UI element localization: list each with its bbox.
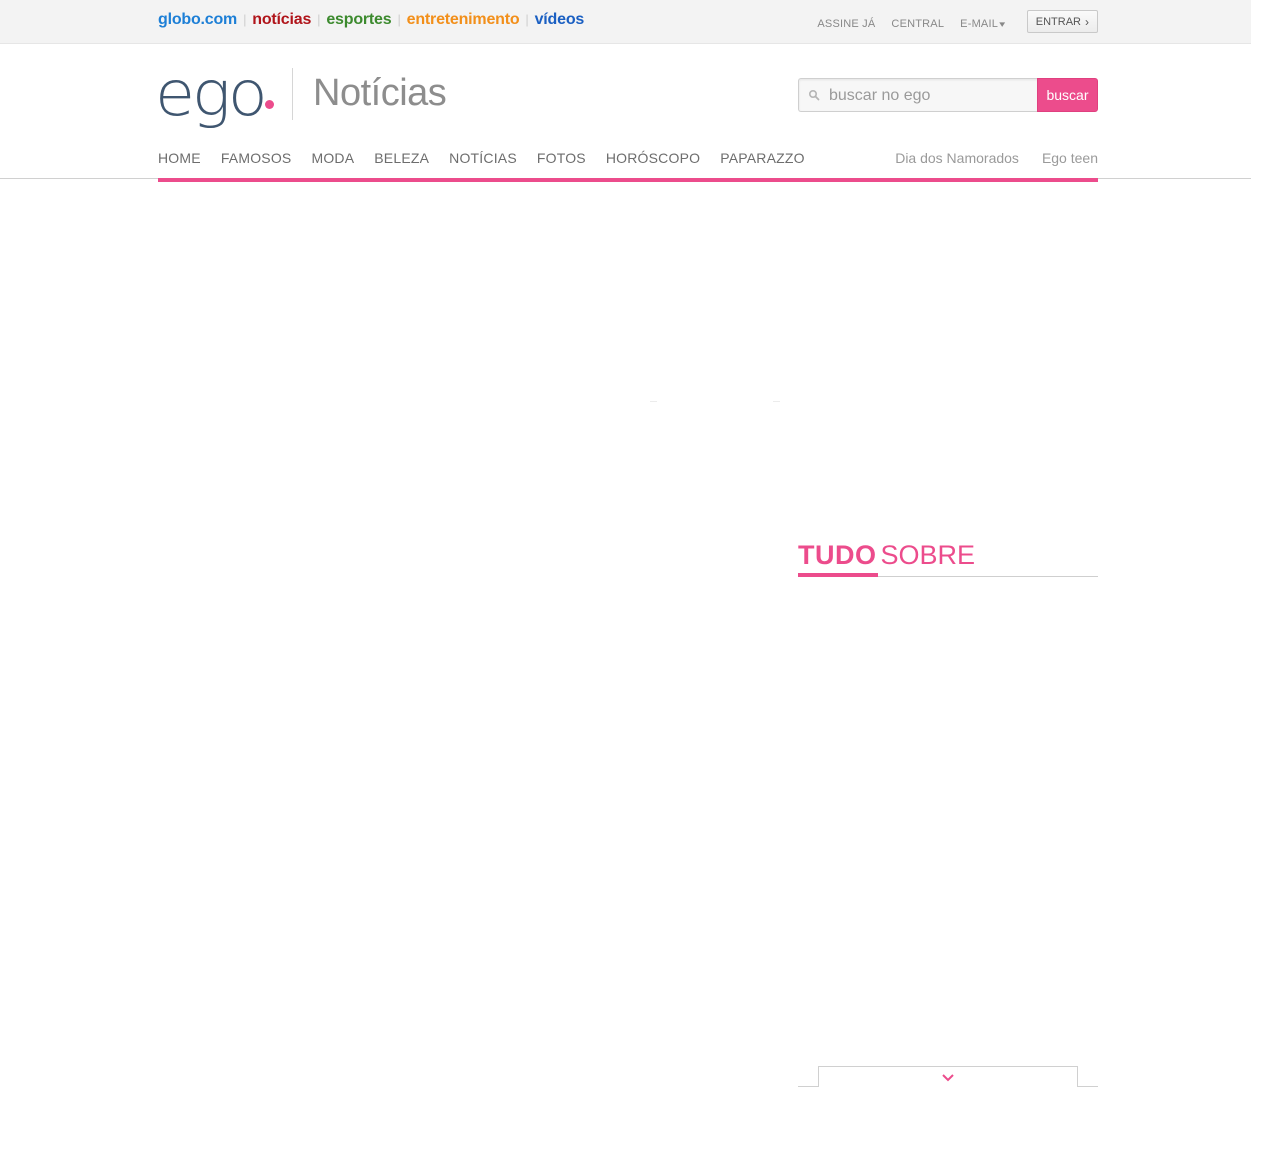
globo-portal-links: globo.com | notícias | esportes | entretenimen… — [158, 11, 584, 29]
esportes-link[interactable]: esportes — [326, 11, 391, 29]
nav-item-fotos[interactable]: FOTOS — [537, 150, 586, 166]
chevron-right-icon: › — [1085, 14, 1089, 29]
tudo-label: TUDO — [798, 540, 877, 570]
logo-divider — [292, 68, 293, 120]
chevron-down-icon: ▾ — [999, 18, 1006, 29]
search-input[interactable] — [829, 85, 1029, 107]
entrar-label: ENTRAR — [1035, 15, 1081, 28]
main-nav: HOME FAMOSOS MODA BELEZA NOTÍCIAS FOTOS … — [158, 150, 825, 166]
globo-com-link[interactable]: globo.com — [158, 11, 237, 29]
nav-accent-bar — [158, 178, 1098, 182]
nav-item-paparazzo[interactable]: PAPARAZZO — [720, 150, 805, 166]
account-links: ASSINE JÁ CENTRAL E-MAIL ▾ ENTRAR › — [801, 10, 1098, 33]
nav-item-horoscopo[interactable]: HORÓSCOPO — [606, 150, 700, 166]
tudo-sobre-accent — [798, 573, 878, 577]
nav-item-moda[interactable]: MODA — [311, 150, 354, 166]
search-box — [798, 78, 1038, 112]
nav-secondary: Dia dos Namorados Ego teen — [872, 150, 1098, 166]
email-menu[interactable]: E-MAIL ▾ — [960, 18, 1005, 30]
nav-item-ego-teen[interactable]: Ego teen — [1042, 150, 1098, 166]
link-separator: | — [243, 12, 247, 27]
sobre-label: SOBRE — [880, 540, 976, 570]
tudo-sobre-heading: TUDO SOBRE — [798, 540, 975, 571]
globo-top-bar: globo.com | notícias | esportes | entretenimen… — [0, 0, 1251, 44]
nav-item-dia-dos-namorados[interactable]: Dia dos Namorados — [895, 150, 1019, 166]
content-speck — [773, 401, 780, 402]
central-link[interactable]: CENTRAL — [891, 18, 944, 30]
search-button[interactable]: buscar — [1037, 78, 1098, 112]
entrar-button[interactable]: ENTRAR › — [1026, 10, 1098, 33]
entretenimento-link[interactable]: entretenimento — [407, 11, 520, 29]
link-separator: | — [397, 12, 401, 27]
nav-item-home[interactable]: HOME — [158, 150, 201, 166]
expand-button[interactable] — [818, 1066, 1078, 1087]
ego-logo[interactable]: ego — [155, 52, 268, 136]
search-icon — [808, 89, 820, 101]
email-label: E-MAIL — [960, 18, 999, 30]
link-separator: | — [317, 12, 321, 27]
section-title[interactable]: Notícias — [313, 72, 447, 115]
nav-item-beleza[interactable]: BELEZA — [374, 150, 429, 166]
link-separator: | — [525, 12, 529, 27]
content-speck — [650, 401, 657, 402]
videos-link[interactable]: vídeos — [535, 11, 585, 29]
nav-item-famosos[interactable]: FAMOSOS — [221, 150, 292, 166]
nav-item-noticias[interactable]: NOTÍCIAS — [449, 150, 517, 166]
noticias-link[interactable]: notícias — [252, 11, 311, 29]
chevron-down-icon — [942, 1074, 954, 1082]
assine-link[interactable]: ASSINE JÁ — [817, 18, 875, 30]
logo-dot — [265, 100, 274, 109]
